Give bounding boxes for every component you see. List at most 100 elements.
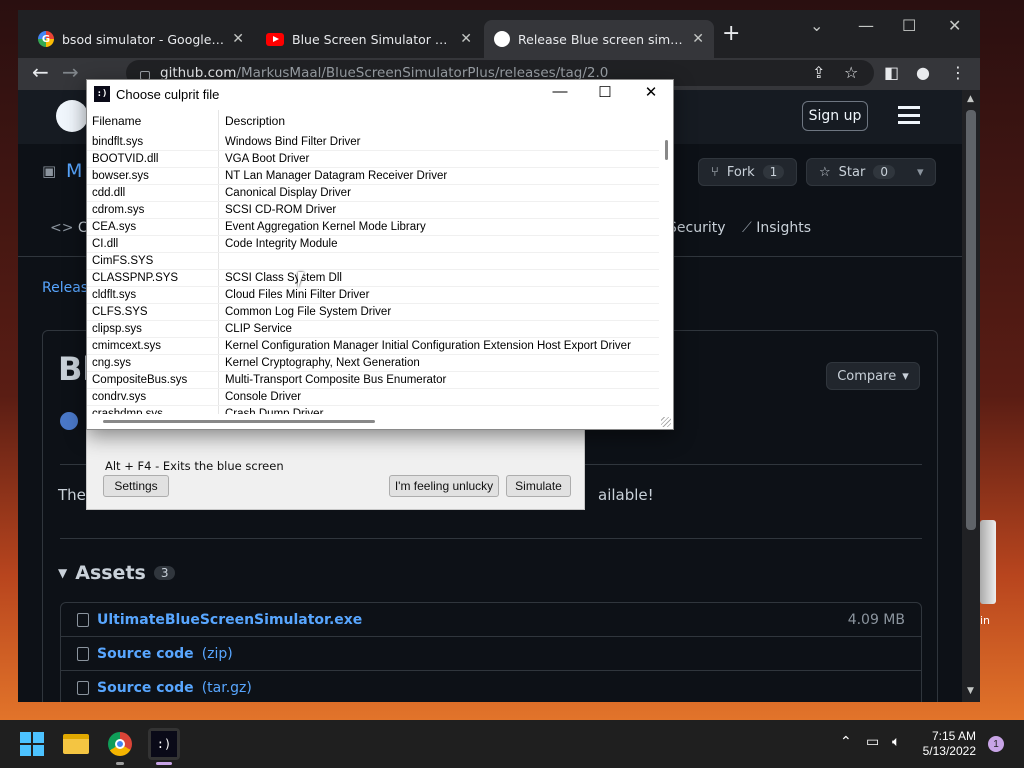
chevron-down-icon[interactable]: ▾ — [917, 165, 924, 180]
asset-name[interactable]: Source code — [97, 680, 194, 696]
tab-code[interactable]: <> C — [50, 220, 88, 236]
asset-size: 4.09 MB — [847, 611, 905, 628]
dialog-titlebar: :) Choose culprit file — ☐ ✕ — [87, 80, 673, 110]
tab-security-label: Security — [668, 220, 726, 236]
assets-toggle[interactable]: ▼ Assets 3 — [58, 562, 176, 584]
star-button[interactable]: ☆ Star 0 ▾ — [806, 158, 936, 186]
tab-google-search[interactable]: G bsod simulator - Google Search ✕ — [28, 20, 254, 58]
share-icon[interactable]: ⇪ — [812, 63, 825, 82]
list-item[interactable]: CompositeBus.sys Multi-Transport Composit… — [87, 372, 659, 389]
network-icon[interactable]: ▭ — [866, 734, 879, 750]
close-tab-icon[interactable]: ✕ — [232, 31, 244, 47]
profile-icon[interactable]: ● — [916, 63, 930, 82]
hamburger-menu-icon[interactable] — [898, 106, 920, 124]
scrollbar-thumb[interactable] — [103, 420, 375, 423]
list-item[interactable]: condrv.sys Console Driver — [87, 389, 659, 406]
description-cell: SCSI Class System Dll — [225, 272, 342, 284]
github-logo-icon[interactable] — [56, 100, 88, 132]
filename-cell: cldflt.sys — [92, 289, 137, 301]
asset-row[interactable]: UltimateBlueScreenSimulator.exe 4.09 MB — [61, 603, 921, 637]
column-description[interactable]: Description — [225, 114, 285, 128]
chrome-taskbar-button[interactable] — [104, 728, 136, 760]
list-item[interactable]: bowser.sys NT Lan Manager Datagram Receiv… — [87, 168, 659, 185]
compare-button[interactable]: Compare ▾ — [826, 362, 920, 390]
simulate-button[interactable]: Simulate — [506, 475, 571, 497]
page-scrollbar[interactable]: ▲ ▼ — [962, 90, 980, 702]
list-item[interactable]: crashdmp.sys Crash Dump Driver — [87, 406, 659, 414]
chrome-icon — [108, 732, 132, 756]
tab-search-icon[interactable]: ⌄ — [810, 16, 823, 35]
close-tab-icon[interactable]: ✕ — [692, 31, 704, 47]
list-horizontal-scrollbar[interactable] — [87, 414, 673, 429]
list-item[interactable]: CI.dll Code Integrity Module — [87, 236, 659, 253]
start-button[interactable] — [16, 728, 48, 760]
list-item[interactable]: cldflt.sys Cloud Files Mini Filter Driver — [87, 287, 659, 304]
list-item[interactable]: CLASSPNP.SYS SCSI Class System Dll — [87, 270, 659, 287]
list-item[interactable]: clipsp.sys CLIP Service — [87, 321, 659, 338]
list-item[interactable]: CEA.sys Event Aggregation Kernel Mode Lib… — [87, 219, 659, 236]
star-count: 0 — [873, 165, 895, 179]
list-item[interactable]: cng.sys Kernel Cryptography, Next Generat… — [87, 355, 659, 372]
list-vertical-scrollbar[interactable] — [659, 110, 673, 414]
forward-icon[interactable]: → — [62, 60, 79, 84]
scrollbar-thumb[interactable] — [966, 110, 976, 530]
maximize-icon[interactable]: ☐ — [902, 16, 916, 35]
avatar[interactable] — [60, 412, 78, 430]
description-cell: Event Aggregation Kernel Mode Library — [225, 221, 426, 233]
bsod-simulator-taskbar-button[interactable]: :) — [148, 728, 180, 760]
repo-owner[interactable]: M — [66, 160, 82, 182]
chevron-up-icon[interactable]: ⌃ — [840, 734, 852, 750]
list-item[interactable]: cmimcext.sys Kernel Configuration Manager… — [87, 338, 659, 355]
zip-icon — [77, 646, 89, 661]
asset-name[interactable]: UltimateBlueScreenSimulator.exe — [97, 612, 362, 628]
file-explorer-button[interactable] — [60, 728, 92, 760]
minimize-icon[interactable]: — — [858, 16, 874, 35]
recycle-bin-icon[interactable] — [980, 520, 996, 604]
clock-time: 7:15 AM — [931, 729, 976, 743]
tab-insights[interactable]: ⟋ Insights — [742, 220, 811, 236]
feeling-unlucky-button[interactable]: I'm feeling unlucky — [389, 475, 499, 497]
tab-strip: G bsod simulator - Google Search ✕ Blue … — [18, 10, 980, 58]
scroll-down-icon[interactable]: ▼ — [967, 686, 974, 696]
culprit-file-list[interactable]: Filename Description bindflt.sys Windows … — [87, 110, 659, 414]
asset-list: UltimateBlueScreenSimulator.exe 4.09 MB … — [60, 602, 922, 702]
tab-title: bsod simulator - Google Search — [62, 31, 224, 47]
list-item[interactable]: cdrom.sys SCSI CD-ROM Driver — [87, 202, 659, 219]
close-window-icon[interactable]: ✕ — [948, 16, 961, 35]
list-item[interactable]: bindflt.sys Windows Bind Filter Driver — [87, 134, 659, 151]
tab-youtube[interactable]: Blue Screen Simulator Plus - Yo ✕ — [256, 20, 482, 58]
notification-badge[interactable]: 1 — [988, 736, 1004, 752]
asset-row[interactable]: Source code (tar.gz) — [61, 671, 921, 702]
asset-name[interactable]: Source code — [97, 646, 194, 662]
close-icon[interactable]: ✕ — [635, 83, 667, 101]
side-panel-icon[interactable]: ◧ — [884, 63, 899, 82]
description-cell: NT Lan Manager Datagram Receiver Driver — [225, 170, 448, 182]
fork-icon: ⑂ — [711, 164, 719, 180]
list-item[interactable]: cdd.dll Canonical Display Driver — [87, 185, 659, 202]
asset-row[interactable]: Source code (zip) — [61, 637, 921, 671]
github-icon — [494, 31, 510, 47]
taskbar-clock[interactable]: 7:15 AM 5/13/2022 — [912, 729, 976, 759]
bookmark-star-icon[interactable]: ☆ — [844, 63, 858, 82]
maximize-icon[interactable]: ☐ — [589, 83, 621, 101]
tab-insights-label: Insights — [756, 220, 811, 236]
new-tab-button[interactable]: + — [722, 23, 740, 45]
back-icon[interactable]: ← — [32, 60, 49, 84]
filename-cell: CompositeBus.sys — [92, 374, 188, 386]
settings-button[interactable]: Settings — [103, 475, 169, 497]
tab-security[interactable]: Security — [668, 220, 726, 236]
volume-icon[interactable]: 🔈︎ — [892, 734, 900, 750]
list-item[interactable]: BOOTVID.dll VGA Boot Driver — [87, 151, 659, 168]
tab-github-release[interactable]: Release Blue screen simulator ✕ — [484, 20, 714, 58]
scroll-up-icon[interactable]: ▲ — [967, 94, 974, 104]
fork-button[interactable]: ⑂ Fork 1 — [698, 158, 798, 186]
minimize-icon[interactable]: — — [544, 83, 576, 100]
close-tab-icon[interactable]: ✕ — [460, 31, 472, 47]
column-filename[interactable]: Filename — [92, 114, 141, 128]
signup-button[interactable]: Sign up — [802, 101, 868, 131]
menu-icon[interactable]: ⋮ — [950, 63, 966, 82]
list-item[interactable]: CimFS.SYS — [87, 253, 659, 270]
scrollbar-thumb[interactable] — [665, 140, 668, 160]
resize-grip-icon[interactable] — [661, 417, 671, 427]
list-item[interactable]: CLFS.SYS Common Log File System Driver — [87, 304, 659, 321]
